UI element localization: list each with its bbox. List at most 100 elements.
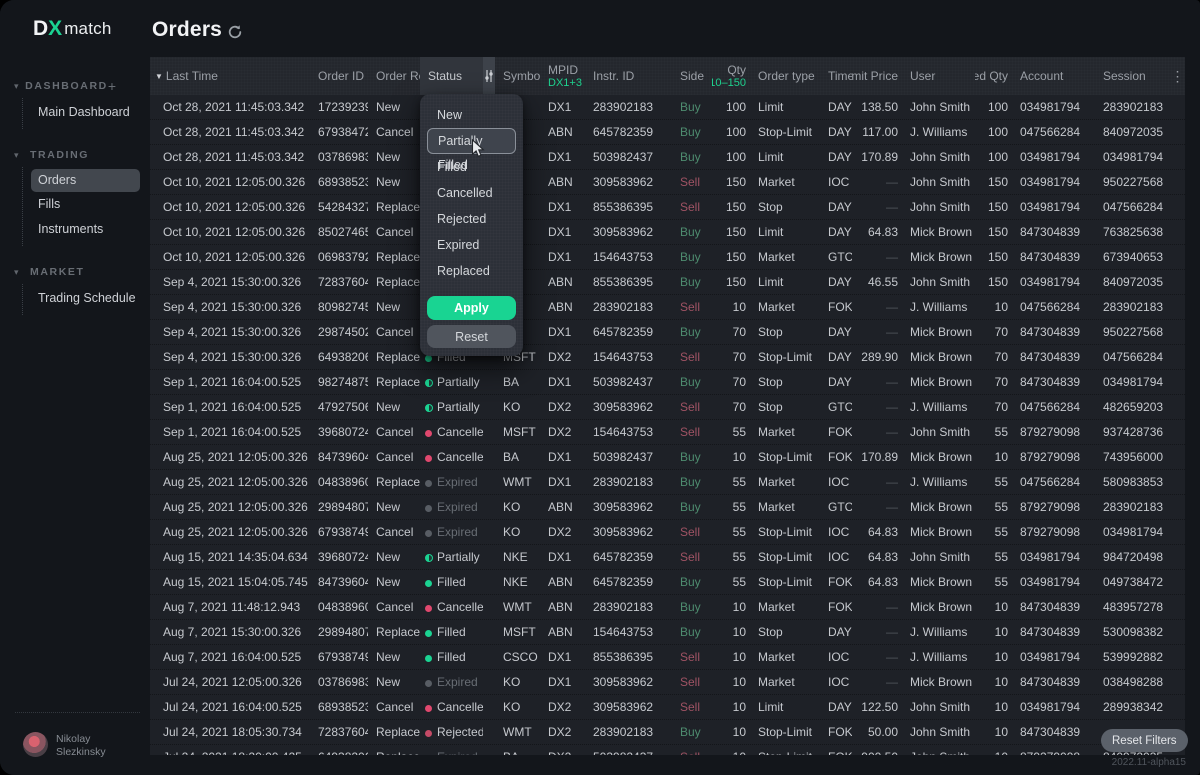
cell-limit_price: — [852,670,902,694]
table-row[interactable]: Jul 24, 2021 18:20:00.42564938206Replace… [150,745,1185,755]
table-row[interactable]: Sep 4, 2021 15:30:00.32672837604ReplaceA… [150,270,1185,295]
table-row[interactable]: Oct 10, 2021 12:05:00.32606983792Replace… [150,245,1185,270]
cell-disp_qty: 150 [975,195,1012,219]
column-header-instr_id[interactable]: Instr. ID [585,57,672,95]
status-option-new[interactable]: New [427,102,516,128]
table-row[interactable]: Sep 4, 2021 15:30:00.32629874502CancelDX… [150,320,1185,345]
reset-button[interactable]: Reset [427,325,516,348]
table-row[interactable]: Sep 4, 2021 15:30:00.32680982745NewABN28… [150,295,1185,320]
cell-side: Buy [672,320,712,344]
table-row[interactable]: Aug 25, 2021 12:05:00.32667938749CancelE… [150,520,1185,545]
sidebar-item-main-dashboard[interactable]: Main Dashboard [23,100,150,125]
cell-mpid: DX1 [540,545,585,569]
cell-order_id: 06983792 [310,245,368,269]
table-row[interactable]: Aug 15, 2021 14:35:04.63439680724NewPart… [150,545,1185,570]
cell-side: Buy [672,570,712,594]
table-row[interactable]: Oct 10, 2021 12:05:00.32654284327Replace… [150,195,1185,220]
cell-time: Aug 15, 2021 15:04:05.745 [150,570,310,594]
column-header-limit_price[interactable]: Limit Price [852,57,902,95]
sidebar-section-dashboard[interactable]: ▾DASHBOARD+ [0,74,150,98]
column-header-order_ref[interactable]: Order Re [368,57,420,95]
column-header-qty[interactable]: Qty10–150 [712,57,750,95]
status-text: Cancelled [437,700,483,714]
table-row[interactable]: Oct 10, 2021 12:05:00.32685027465CancelD… [150,220,1185,245]
table-row[interactable]: Oct 10, 2021 12:05:00.32668938523NewABN3… [150,170,1185,195]
table-row[interactable]: Jul 24, 2021 16:04:00.52568938523CancelC… [150,695,1185,720]
table-row[interactable]: Aug 15, 2021 15:04:05.74584739604NewFill… [150,570,1185,595]
sidebar-item-instruments[interactable]: Instruments [23,217,150,242]
column-header-session[interactable]: Session [1095,57,1170,95]
cell-menu [1170,245,1185,269]
cell-disp_qty: 55 [975,420,1012,444]
table-row[interactable]: Aug 25, 2021 12:05:00.32684739604CancelC… [150,445,1185,470]
table-row[interactable]: Oct 28, 2021 11:45:03.34217239239NewDX12… [150,95,1185,120]
cell-status: Cancelled [420,595,483,619]
status-option-expired[interactable]: Expired [427,232,516,258]
avatar[interactable] [23,732,48,757]
column-header-user[interactable]: User [902,57,975,95]
cell-account: 847304839 [1012,620,1095,644]
table-row[interactable]: Oct 28, 2021 11:45:03.34203786983NewDX15… [150,145,1185,170]
column-header-time[interactable]: ▼Last Time [150,57,310,95]
refresh-icon[interactable] [227,24,243,40]
column-header-order_id[interactable]: Order ID [310,57,368,95]
cell-user: J. Williams [902,470,975,494]
column-header-status[interactable]: Status [420,57,483,95]
cell-symbol: KO [495,670,540,694]
cell-status: Cancelled [420,695,483,719]
cell-time: Jul 24, 2021 18:05:30.734 [150,720,310,744]
cell-symbol: CSCO [495,645,540,669]
status-dot-expired [425,505,432,512]
plus-icon[interactable]: + [108,78,116,94]
table-menu-icon[interactable]: ⋮ [1170,57,1185,95]
table-row[interactable]: Jul 24, 2021 18:05:30.73472837604Replace… [150,720,1185,745]
filter-sliders-icon[interactable] [483,57,495,95]
cell-order_type: Limit [750,695,820,719]
sidebar-section-market[interactable]: ▾MARKET [0,260,150,284]
table-row[interactable]: Aug 7, 2021 15:30:00.32629894807ReplaceF… [150,620,1185,645]
table-row[interactable]: Sep 1, 2021 16:04:00.52547927506NewParti… [150,395,1185,420]
chevron-down-icon[interactable]: ▾ [14,81,25,92]
cell-status: Filled [420,570,483,594]
cell-status: Rejected [420,720,483,744]
table-row[interactable]: Sep 4, 2021 15:30:00.32664938206ReplaceF… [150,345,1185,370]
chevron-down-icon[interactable]: ▾ [14,267,30,278]
column-header-account[interactable]: Account [1012,57,1095,95]
column-header-disp_qty[interactable]: ed Qty [975,57,1012,95]
sidebar-section-trading[interactable]: ▾TRADING [0,143,150,167]
cell-tif: DAY [820,220,852,244]
brand-logo[interactable]: DX match [33,17,111,41]
status-option-replaced[interactable]: Replaced [427,258,516,284]
table-row[interactable]: Jul 24, 2021 12:05:00.32603786983NewExpi… [150,670,1185,695]
sidebar-item-trading-schedule[interactable]: Trading Schedule [23,286,150,311]
status-text: Partially Filled [437,375,483,389]
status-text: Expired [437,750,478,755]
table-row[interactable]: Aug 25, 2021 12:05:00.32629894807NewExpi… [150,495,1185,520]
column-header-side[interactable]: Side [672,57,712,95]
cell-order_type: Limit [750,145,820,169]
table-row[interactable]: Sep 1, 2021 16:04:00.52598274875ReplaceP… [150,370,1185,395]
table-row[interactable]: Aug 25, 2021 12:05:00.32604838960Replace… [150,470,1185,495]
status-dot-filled [425,655,432,662]
table-row[interactable]: Sep 1, 2021 16:04:00.52539680724CancelCa… [150,420,1185,445]
cell-order_ref: New [368,495,420,519]
table-row[interactable]: Aug 7, 2021 16:04:00.52567938749NewFille… [150,645,1185,670]
cell-qty: 100 [712,95,750,119]
sidebar-section-items: Main Dashboard [22,98,150,129]
reset-filters-button[interactable]: Reset Filters [1101,729,1188,752]
column-header-mpid[interactable]: MPIDDX1+3 [540,57,585,95]
sidebar-item-orders[interactable]: Orders [31,169,140,192]
column-header-order_type[interactable]: Order type [750,57,820,95]
cell-limit_price: — [852,395,902,419]
status-option-cancelled[interactable]: Cancelled [427,180,516,206]
table-row[interactable]: Oct 28, 2021 11:45:03.34267938472CancelA… [150,120,1185,145]
table-row[interactable]: Aug 7, 2021 11:48:12.94304838960CancelCa… [150,595,1185,620]
status-option-rejected[interactable]: Rejected [427,206,516,232]
column-header-tif[interactable]: Time [820,57,852,95]
sidebar-item-fills[interactable]: Fills [23,192,150,217]
column-header-symbol[interactable]: Symbol [495,57,540,95]
column-header-label: User [910,69,975,83]
cell-side: Buy [672,220,712,244]
chevron-down-icon[interactable]: ▾ [14,150,30,161]
apply-button[interactable]: Apply [427,296,516,320]
